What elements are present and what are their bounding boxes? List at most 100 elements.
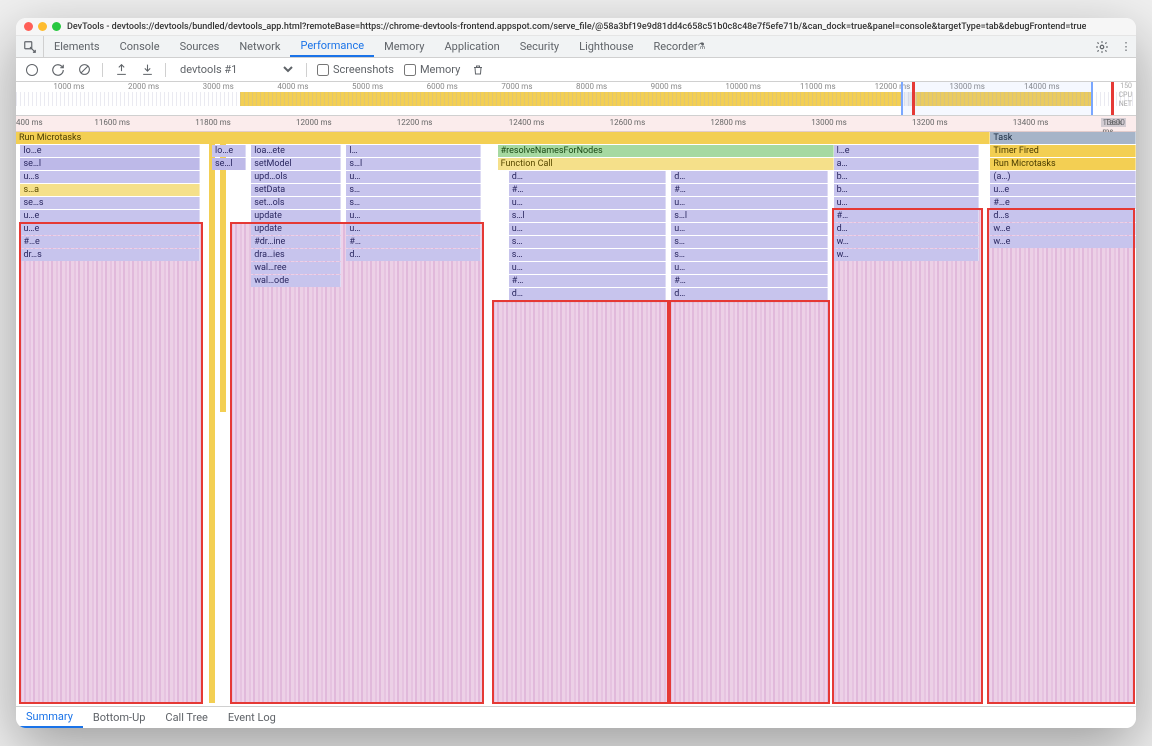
flame-block[interactable]: w…e — [990, 236, 1136, 248]
flame-block[interactable]: s…l — [346, 158, 480, 170]
flame-block[interactable]: s… — [346, 197, 480, 209]
download-profile-button[interactable] — [139, 62, 155, 78]
flame-block[interactable]: #resolveNamesForNodes — [498, 145, 834, 157]
flame-thin-task[interactable] — [220, 132, 226, 412]
flame-block[interactable]: l…e — [834, 145, 980, 157]
flame-block[interactable]: d… — [346, 249, 480, 261]
flame-block[interactable]: l… — [346, 145, 480, 157]
flame-block[interactable]: se…l — [20, 158, 199, 170]
screenshots-checkbox[interactable]: Screenshots — [317, 63, 394, 76]
flame-block[interactable]: u… — [671, 197, 828, 209]
flame-block[interactable]: Run Microtasks — [16, 132, 990, 144]
flame-block[interactable]: wal…ode — [251, 275, 341, 287]
flame-block[interactable]: lo…e — [212, 145, 246, 157]
panel-tab-network[interactable]: Network — [229, 36, 290, 57]
flame-block[interactable]: (a…) — [990, 171, 1136, 183]
upload-profile-button[interactable] — [113, 62, 129, 78]
flame-deep-region[interactable] — [231, 223, 483, 703]
flame-block[interactable]: Run Microtasks — [990, 158, 1136, 170]
flame-block[interactable]: u… — [834, 197, 980, 209]
details-tab-call-tree[interactable]: Call Tree — [155, 707, 217, 728]
flame-block[interactable]: s… — [509, 249, 666, 261]
panel-tab-console[interactable]: Console — [110, 36, 170, 57]
panel-tab-memory[interactable]: Memory — [374, 36, 434, 57]
flame-block[interactable]: u… — [671, 223, 828, 235]
flame-block[interactable]: update — [251, 210, 341, 222]
flame-block[interactable]: loa…ete — [251, 145, 341, 157]
flame-block[interactable]: #… — [346, 236, 480, 248]
flame-block[interactable]: u… — [509, 262, 666, 274]
flame-block[interactable]: s… — [671, 236, 828, 248]
panel-tab-lighthouse[interactable]: Lighthouse — [569, 36, 643, 57]
flame-deep-region[interactable] — [834, 210, 982, 703]
panel-tab-application[interactable]: Application — [434, 36, 509, 57]
flame-block[interactable]: setData — [251, 184, 341, 196]
flame-block[interactable]: update — [251, 223, 341, 235]
flame-block[interactable]: u… — [346, 210, 480, 222]
panel-tab-elements[interactable]: Elements — [44, 36, 110, 57]
details-tab-bottom-up[interactable]: Bottom-Up — [83, 707, 156, 728]
flame-block[interactable]: s… — [671, 249, 828, 261]
flame-block[interactable]: #… — [671, 275, 828, 287]
flame-deep-region[interactable] — [670, 302, 829, 703]
flame-deep-region[interactable] — [988, 210, 1134, 703]
flame-block[interactable]: s…l — [671, 210, 828, 222]
flame-block[interactable]: b… — [834, 171, 980, 183]
flame-thin-task[interactable] — [209, 132, 215, 703]
flame-block[interactable]: #… — [509, 184, 666, 196]
reload-record-button[interactable] — [50, 62, 66, 78]
flame-block[interactable]: upd…ols — [251, 171, 341, 183]
overview-brush[interactable] — [901, 82, 1094, 115]
flame-block[interactable]: u… — [346, 223, 480, 235]
inspect-element-button[interactable] — [16, 36, 44, 57]
flame-deep-region[interactable] — [493, 302, 668, 703]
flame-block[interactable]: u… — [671, 262, 828, 274]
timeline-ruler[interactable]: 400 ms11600 ms11800 ms12000 ms12200 ms12… — [16, 116, 1136, 132]
flame-block[interactable]: #… — [671, 184, 828, 196]
flame-block[interactable]: w…e — [990, 223, 1136, 235]
flame-block[interactable]: set…ols — [251, 197, 341, 209]
flame-block[interactable]: d…s — [990, 210, 1136, 222]
overview-panel[interactable]: 1000 ms2000 ms3000 ms4000 ms5000 ms6000 … — [16, 82, 1136, 116]
flame-block[interactable]: u…e — [20, 223, 199, 235]
flame-block[interactable]: se…s — [20, 197, 199, 209]
minimize-window-button[interactable] — [38, 22, 47, 31]
flame-block[interactable]: w… — [834, 236, 980, 248]
flame-block[interactable]: u…s — [20, 171, 199, 183]
flame-block[interactable]: #… — [834, 210, 980, 222]
panel-tab-recorder[interactable]: Recorder ⚗ — [643, 36, 715, 57]
memory-checkbox[interactable]: Memory — [404, 63, 460, 76]
flame-block[interactable]: s…l — [509, 210, 666, 222]
flame-block[interactable]: setModel — [251, 158, 341, 170]
flame-block[interactable]: u… — [509, 223, 666, 235]
profile-selector[interactable]: devtools #1 — [176, 62, 296, 77]
maximize-window-button[interactable] — [52, 22, 61, 31]
flame-block[interactable]: d… — [671, 288, 828, 300]
record-button[interactable] — [24, 62, 40, 78]
more-menu-icon[interactable]: ⋮ — [1116, 36, 1136, 57]
flame-block[interactable]: w… — [834, 249, 980, 261]
flame-block[interactable]: s…a — [20, 184, 199, 196]
flame-block[interactable]: #…e — [20, 236, 199, 248]
flame-block[interactable]: se…l — [212, 158, 246, 170]
flame-block[interactable]: u… — [509, 197, 666, 209]
flame-block[interactable]: #…e — [990, 197, 1136, 209]
panel-tab-sources[interactable]: Sources — [170, 36, 230, 57]
flame-block[interactable]: #dr…ine — [251, 236, 341, 248]
flame-block[interactable]: a… — [834, 158, 980, 170]
panel-tab-performance[interactable]: Performance — [290, 36, 374, 57]
flame-block[interactable]: Task — [990, 132, 1136, 144]
flame-block[interactable]: s… — [509, 236, 666, 248]
flame-block[interactable]: d… — [509, 288, 666, 300]
flame-block[interactable]: #… — [509, 275, 666, 287]
flame-chart[interactable]: Run MicrotasksTasklo…elo…eloa…etel…#reso… — [16, 132, 1136, 706]
flame-block[interactable]: u… — [346, 171, 480, 183]
flame-block[interactable]: wal…ree — [251, 262, 341, 274]
flame-block[interactable]: dr…s — [20, 249, 199, 261]
flame-block[interactable]: dra…ies — [251, 249, 341, 261]
flame-block[interactable]: Function Call — [498, 158, 834, 170]
flame-block[interactable]: s… — [346, 184, 480, 196]
flame-block[interactable]: b… — [834, 184, 980, 196]
flame-deep-region[interactable] — [20, 223, 201, 703]
close-window-button[interactable] — [24, 22, 33, 31]
